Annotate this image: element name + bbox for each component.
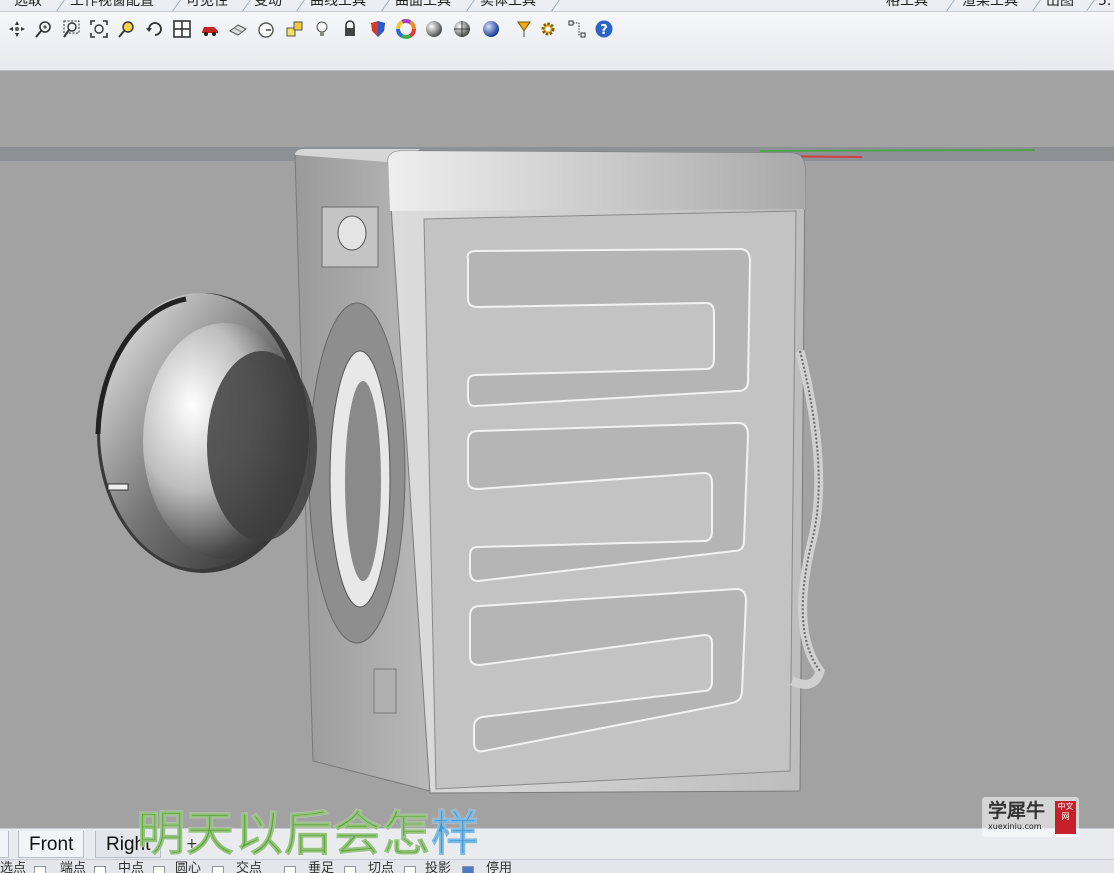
- tab-separator: [1076, 0, 1095, 11]
- tab-more[interactable]: 5.: [1098, 0, 1111, 10]
- snap-grid-icon[interactable]: [565, 16, 589, 42]
- tab-visibility[interactable]: 可见性: [186, 0, 228, 10]
- gear-icon[interactable]: [536, 16, 560, 42]
- filter-hatch: [373, 668, 397, 714]
- tab-render-tools[interactable]: 渲染工具: [962, 0, 1018, 10]
- tab-separator: [286, 0, 305, 11]
- command-tab-strip: 选取 工作视窗配置 可见性 变动 曲线工具 曲面工具 实体工具 格工具 渲染工具…: [0, 0, 1114, 12]
- washing-machine-model: [0, 147, 1114, 794]
- tab-surface-tools[interactable]: 曲面工具: [395, 0, 451, 10]
- tab-mesh-tools[interactable]: 格工具: [886, 0, 928, 10]
- top-side-edge: [388, 151, 805, 211]
- tab-separator: [371, 0, 390, 11]
- zoom-window-icon[interactable]: [59, 16, 83, 42]
- color-wheel-icon[interactable]: [394, 16, 418, 42]
- clock-icon[interactable]: [254, 16, 278, 42]
- watermark-title: 学犀牛: [988, 800, 1046, 822]
- watermark-seal: 中文网: [1055, 801, 1076, 834]
- shield-icon[interactable]: [366, 16, 390, 42]
- tab-solid-tools[interactable]: 实体工具: [480, 0, 536, 10]
- video-caption: 明天以后会怎样: [136, 804, 481, 864]
- ghosted-sphere-icon[interactable]: [450, 16, 474, 42]
- tab-separator: [541, 0, 560, 11]
- tab-curve-tools[interactable]: 曲线工具: [310, 0, 366, 10]
- tab-separator: [936, 0, 955, 11]
- help-icon[interactable]: ?: [592, 16, 616, 42]
- tab-separator: [456, 0, 475, 11]
- lightbulb-icon[interactable]: [310, 16, 334, 42]
- construction-plane-icon[interactable]: [226, 16, 250, 42]
- tab-select[interactable]: 选取: [14, 0, 42, 10]
- caption-part-2: 样: [431, 806, 481, 863]
- door-glass-shadow: [207, 351, 317, 541]
- pan-icon[interactable]: [5, 16, 29, 42]
- layer-icon[interactable]: [283, 16, 307, 42]
- watermark-logo: 学犀牛 xuexiniu.com 中文网: [982, 797, 1079, 837]
- tab-layout[interactable]: 出图: [1046, 0, 1074, 10]
- shaded-sphere-icon[interactable]: [422, 16, 446, 42]
- tab-separator: [1022, 0, 1041, 11]
- watermark-url: xuexiniu.com: [988, 822, 1042, 831]
- tab-top[interactable]: [0, 831, 9, 858]
- program-knob: [337, 215, 367, 251]
- tab-viewport-layout[interactable]: 工作视窗配置: [70, 0, 154, 10]
- svg-text:?: ?: [600, 23, 608, 38]
- rendered-sphere-icon[interactable]: [479, 16, 503, 42]
- zoom-dynamic-icon[interactable]: [32, 16, 56, 42]
- tab-separator: [162, 0, 181, 11]
- osnap-label: 端点: [60, 861, 87, 873]
- rotate-view-icon[interactable]: [143, 16, 167, 42]
- perspective-viewport[interactable]: [0, 71, 1114, 828]
- y-axis-line: [759, 149, 1036, 152]
- main-toolbar: ?: [0, 12, 1114, 71]
- tab-separator: [46, 0, 65, 11]
- car-named-view-icon[interactable]: [198, 16, 222, 42]
- four-viewports-icon[interactable]: [170, 16, 194, 42]
- osnap-label: 停用: [486, 861, 513, 873]
- tab-transform[interactable]: 变动: [254, 0, 282, 10]
- zoom-selected-icon[interactable]: [115, 16, 139, 42]
- door-handle: [107, 483, 129, 491]
- osnap-label: 选点: [0, 861, 27, 873]
- zoom-extents-icon[interactable]: [87, 16, 111, 42]
- caption-part-1: 明天以后会怎: [136, 806, 432, 863]
- tab-front[interactable]: Front: [18, 831, 85, 858]
- tab-separator: [232, 0, 251, 11]
- lock-icon[interactable]: [338, 16, 362, 42]
- flag-icon[interactable]: [512, 16, 536, 42]
- drum-interior: [345, 381, 381, 581]
